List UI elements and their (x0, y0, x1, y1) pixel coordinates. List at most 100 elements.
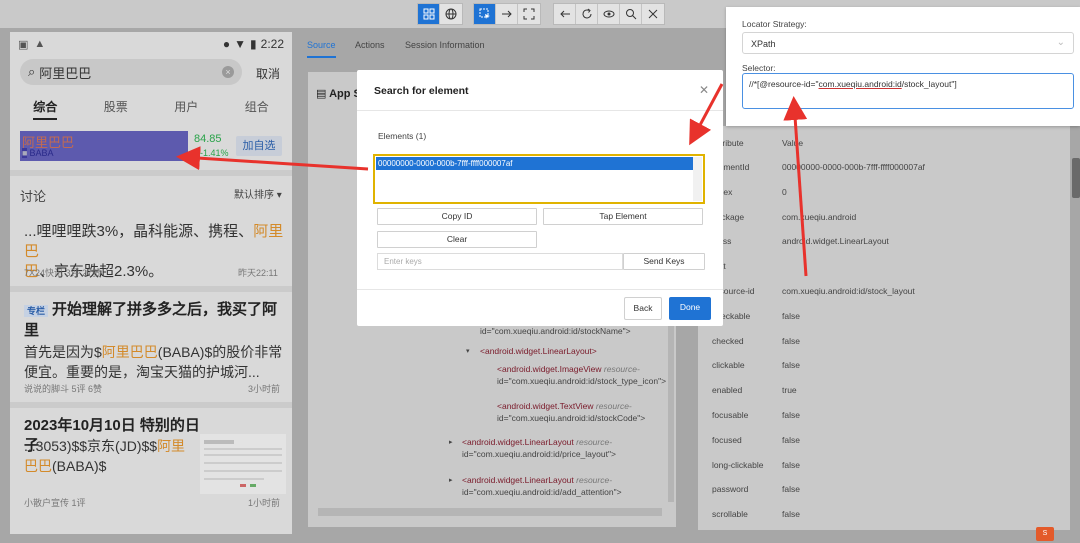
tree-node[interactable]: <android.widget.ImageView resource-id="c… (497, 363, 677, 387)
tab-stocks[interactable]: 股票 (104, 98, 128, 120)
attribute-key: focused (712, 434, 742, 445)
clear-button[interactable]: Clear (377, 231, 537, 248)
native-mode-button[interactable] (418, 4, 440, 24)
locator-strategy-select[interactable]: XPath ⌄ (742, 32, 1074, 54)
globe-icon (445, 8, 457, 20)
tab-actions[interactable]: Actions (355, 40, 385, 50)
horizontal-scrollbar[interactable] (318, 508, 662, 516)
web-mode-button[interactable] (440, 4, 462, 24)
quit-session-button[interactable] (642, 4, 664, 24)
attribute-value: false (782, 434, 800, 445)
attribute-value: 00000000-0000-000b-7fff-ffff000007af (782, 162, 925, 172)
sort-dropdown[interactable]: 默认排序 ▾ (234, 186, 282, 201)
tab-source[interactable]: Source (307, 40, 336, 58)
done-button[interactable]: Done (669, 297, 711, 320)
attribute-value: false (782, 335, 800, 346)
swipe-icon (501, 10, 512, 18)
attribute-key: scrollable (712, 509, 748, 520)
tap-element-button[interactable]: Tap Element (543, 208, 703, 225)
post-meta: 说说的脚斗 5评 6赞 (24, 384, 103, 394)
actions-group (553, 3, 665, 25)
tree-node[interactable]: <android.widget.LinearLayout resource-id… (462, 474, 672, 498)
close-icon[interactable]: ✕ (699, 83, 709, 97)
cancel-button[interactable]: 取消 (256, 65, 280, 82)
interaction-mode-group (473, 3, 541, 25)
attribute-key: focusable (712, 410, 749, 420)
search-icon (625, 9, 636, 20)
attribute-key: password (712, 484, 749, 495)
location-icon: ● (222, 37, 231, 51)
post-title[interactable]: 专栏 开始理解了拼多多之后，我买了阿里 (24, 300, 286, 341)
toggle-visibility-button[interactable] (598, 4, 620, 24)
expand-caret-icon[interactable]: ▸ (449, 438, 453, 446)
divider (10, 170, 292, 176)
selector-input[interactable]: //*[@resource-id="com.xueqiu.android:id/… (742, 73, 1074, 109)
attribute-value: true (782, 385, 797, 396)
add-watchlist-button[interactable]: 加自选 (236, 136, 282, 156)
post-meta: 小散户宣传 1评 (24, 498, 86, 508)
attribute-key: long-clickable (712, 459, 764, 470)
clear-icon[interactable]: × (222, 66, 234, 78)
elements-list[interactable]: 00000000-0000-000b-7fff-ffff000007af (373, 154, 705, 204)
file-icon: ▤ (316, 88, 327, 100)
tree-node[interactable]: id="com.xueqiu.android:id/stockName"> (480, 325, 631, 337)
eye-icon (603, 10, 614, 18)
expand-caret-icon[interactable]: ▾ (466, 347, 470, 355)
post-time: 1小时前 (248, 498, 281, 508)
tab-users[interactable]: 用户 (174, 98, 198, 120)
column-tag: 专栏 (24, 305, 49, 317)
search-icon: ⌕ (28, 64, 36, 79)
divider (10, 402, 292, 408)
swipe-button[interactable] (496, 4, 518, 24)
back-button[interactable]: Back (624, 297, 662, 320)
chart-thumbnail-image (204, 440, 282, 487)
device-screenshot[interactable]: ▣ ▲ ● ▼ ▮ 2:22 ⌕ 阿里巴巴 × 取消 综合 股票 用户 组合 阿… (10, 32, 292, 534)
send-keys-button[interactable]: Send Keys (623, 253, 705, 270)
select-elements-button[interactable] (474, 4, 496, 24)
modal-title: Search for element (374, 85, 469, 97)
search-input[interactable]: ⌕ 阿里巴巴 × (20, 59, 242, 85)
send-keys-input[interactable]: Enter keys (377, 253, 623, 270)
expand-caret-icon[interactable]: ▸ (449, 476, 453, 484)
element-item[interactable]: 00000000-0000-000b-7fff-ffff000007af (376, 157, 694, 170)
close-icon (648, 9, 658, 19)
wifi-icon: ▼ (234, 37, 247, 51)
tree-node[interactable]: <android.widget.LinearLayout resource-id… (462, 436, 672, 460)
tab-session-information[interactable]: Session Information (405, 40, 485, 50)
attribute-value: false (782, 410, 800, 420)
attribute-value: false (782, 459, 800, 470)
attribute-value: 0 (782, 186, 787, 197)
post-body[interactable]: 首先是因为$阿里巴巴(BABA)$的股价非常便宜。重要的是，淘宝天猫的护城河..… (24, 342, 286, 382)
tab-all[interactable]: 综合 (33, 98, 58, 120)
search-element-button[interactable] (620, 4, 642, 24)
tree-node[interactable]: <android.widget.LinearLayout> (480, 345, 597, 357)
tab-portfolios[interactable]: 组合 (245, 98, 269, 120)
locator-panel: Locator Strategy: XPath ⌄ Selector: //*[… (726, 7, 1080, 126)
attribute-key: enabled (712, 385, 743, 396)
post-meta: 7X24快讯 3评 27赞 (24, 268, 102, 278)
post-body[interactable]: ...3053)$$京东(JD)$$阿里巴巴(BABA)$ (24, 436, 194, 476)
status-bar: ▣ ▲ ● ▼ ▮ 2:22 (10, 32, 292, 56)
stock-layout-highlight[interactable]: 阿里巴巴 ■ BABA (20, 131, 188, 161)
refresh-button[interactable] (576, 4, 598, 24)
search-value: 阿里巴巴 (39, 65, 92, 81)
stock-price: 84.85 (194, 133, 222, 145)
mode-toggle-group (417, 3, 463, 25)
divider (357, 110, 723, 111)
attribute-value: false (782, 484, 800, 495)
post-thumbnail[interactable] (200, 434, 286, 494)
post-time: 昨天22:11 (238, 268, 278, 278)
refresh-icon (582, 8, 591, 19)
attribute-value: false (782, 509, 800, 520)
attribute-value: com.xueqiu.android:id/stock_layout (782, 286, 915, 296)
copy-id-button[interactable]: Copy ID (377, 208, 537, 225)
list-scrollbar[interactable] (693, 157, 702, 201)
side-handle[interactable] (1072, 158, 1080, 198)
tap-coordinates-button[interactable] (518, 4, 540, 24)
divider (357, 289, 723, 290)
tree-node[interactable]: <android.widget.TextView resource-id="co… (497, 400, 677, 424)
back-button[interactable] (554, 4, 576, 24)
stock-change: -1.41% (200, 148, 229, 158)
select-icon (479, 8, 490, 19)
back-icon (559, 10, 570, 18)
